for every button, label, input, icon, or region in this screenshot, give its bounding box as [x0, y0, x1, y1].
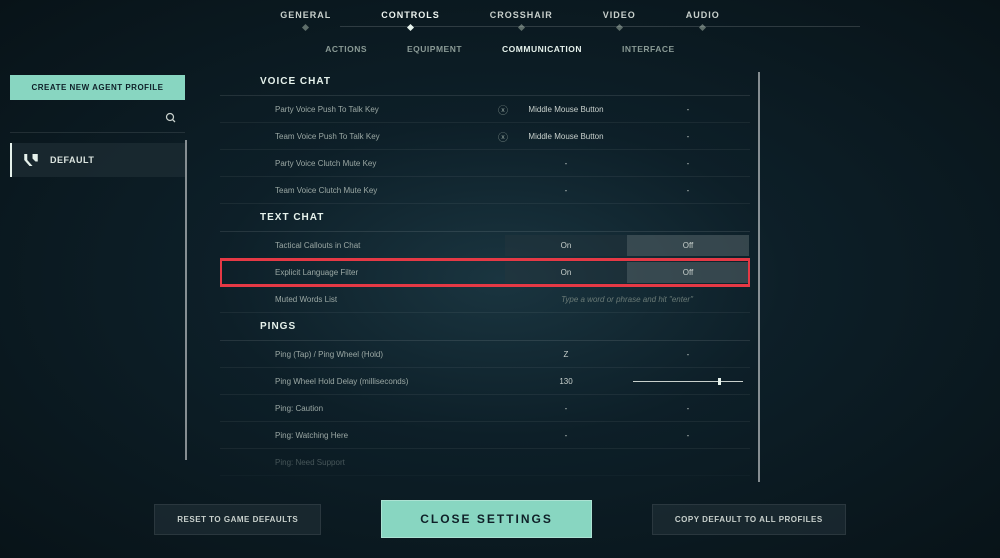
section-voice-chat: VOICE CHAT [220, 68, 750, 96]
subtab-equipment[interactable]: EQUIPMENT [407, 44, 462, 54]
clear-icon[interactable]: ⓧ [498, 129, 508, 144]
section-text-chat: TEXT CHAT [220, 204, 750, 232]
row-ping-caution: Ping: Caution - - [220, 395, 750, 422]
search-row [10, 112, 185, 133]
toggle-on[interactable]: On [505, 235, 627, 256]
subtab-actions[interactable]: ACTIONS [325, 44, 367, 54]
keybind-secondary[interactable]: - [627, 431, 749, 440]
top-nav: GENERAL CONTROLS CROSSHAIR VIDEO AUDIO [0, 0, 1000, 28]
row-muted-words: Muted Words List Type a word or phrase a… [220, 286, 750, 313]
row-ping-wheel: Ping (Tap) / Ping Wheel (Hold) Z - [220, 341, 750, 368]
sidebar: CREATE NEW AGENT PROFILE DEFAULT [10, 75, 185, 177]
sidebar-item-default[interactable]: DEFAULT [10, 143, 185, 177]
toggle-on[interactable]: On [505, 262, 627, 283]
row-tactical-callouts: Tactical Callouts in Chat On Off [220, 232, 750, 259]
row-ping-watching: Ping: Watching Here - - [220, 422, 750, 449]
row-party-voice-ptt: Party Voice Push To Talk Key ⓧ Middle Mo… [220, 96, 750, 123]
settings-content: VOICE CHAT Party Voice Push To Talk Key … [220, 68, 750, 488]
row-party-clutch-mute: Party Voice Clutch Mute Key - - [220, 150, 750, 177]
keybind-primary[interactable]: Middle Mouse Button [505, 105, 627, 114]
create-profile-button[interactable]: CREATE NEW AGENT PROFILE [10, 75, 185, 100]
scrollbar-track[interactable] [758, 72, 760, 482]
keybind-secondary[interactable]: - [627, 350, 749, 359]
bottom-bar: RESET TO GAME DEFAULTS CLOSE SETTINGS CO… [0, 500, 1000, 538]
close-settings-button[interactable]: CLOSE SETTINGS [381, 500, 592, 538]
sidebar-divider [185, 140, 187, 460]
copy-to-profiles-button[interactable]: COPY DEFAULT TO ALL PROFILES [652, 504, 846, 535]
keybind-primary[interactable]: Z [505, 350, 627, 359]
profile-label: DEFAULT [50, 155, 94, 165]
muted-words-input[interactable]: Type a word or phrase and hit "enter" [505, 295, 749, 304]
section-pings: PINGS [220, 313, 750, 341]
row-ping-delay: Ping Wheel Hold Delay (milliseconds) 130 [220, 368, 750, 395]
delay-slider[interactable] [627, 381, 749, 382]
nav-divider [340, 26, 860, 27]
keybind-secondary[interactable]: - [627, 132, 749, 141]
search-icon[interactable] [165, 112, 177, 127]
valorant-icon [22, 151, 40, 169]
toggle-off[interactable]: Off [627, 235, 749, 256]
subtab-interface[interactable]: INTERFACE [622, 44, 675, 54]
keybind-secondary[interactable]: - [627, 404, 749, 413]
sub-nav: ACTIONS EQUIPMENT COMMUNICATION INTERFAC… [0, 28, 1000, 54]
keybind-primary[interactable]: - [505, 186, 627, 195]
keybind-primary[interactable]: - [505, 404, 627, 413]
tab-general[interactable]: GENERAL [280, 10, 331, 28]
keybind-primary[interactable]: Middle Mouse Button [505, 132, 627, 141]
keybind-primary[interactable]: - [505, 159, 627, 168]
clear-icon[interactable]: ⓧ [498, 102, 508, 117]
row-explicit-language-filter: Explicit Language Filter On Off [220, 259, 750, 286]
row-team-clutch-mute: Team Voice Clutch Mute Key - - [220, 177, 750, 204]
keybind-primary[interactable]: - [505, 431, 627, 440]
toggle-off[interactable]: Off [627, 262, 749, 283]
slider-thumb[interactable] [718, 378, 721, 385]
reset-defaults-button[interactable]: RESET TO GAME DEFAULTS [154, 504, 321, 535]
row-ping-need-support: Ping: Need Support [220, 449, 750, 476]
delay-value[interactable]: 130 [505, 377, 627, 386]
row-team-voice-ptt: Team Voice Push To Talk Key ⓧ Middle Mou… [220, 123, 750, 150]
keybind-secondary[interactable]: - [627, 105, 749, 114]
keybind-secondary[interactable]: - [627, 159, 749, 168]
subtab-communication[interactable]: COMMUNICATION [502, 44, 582, 54]
keybind-secondary[interactable]: - [627, 186, 749, 195]
